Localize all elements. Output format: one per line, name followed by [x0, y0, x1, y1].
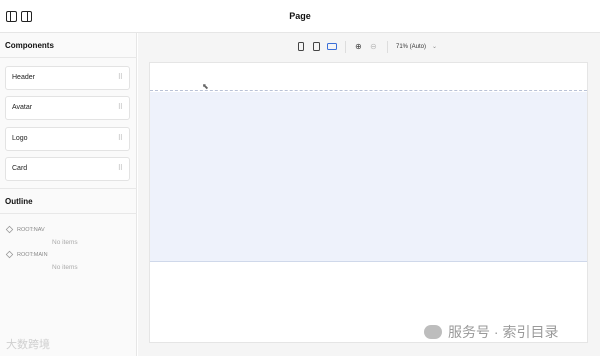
- divider: [0, 57, 137, 58]
- zoom-out-icon[interactable]: ⊖: [370, 42, 377, 51]
- drag-handle-icon[interactable]: ⠿: [118, 164, 123, 172]
- component-label: Avatar: [12, 104, 33, 111]
- desktop-view-icon[interactable]: [327, 43, 337, 50]
- top-bar: Page: [0, 0, 600, 33]
- canvas-toolbar: ⊕ ⊖ 71% (Auto) ⌄: [138, 33, 600, 61]
- empty-state-text: No items: [52, 264, 78, 271]
- chevron-down-icon[interactable]: ⌄: [432, 43, 437, 50]
- component-avatar[interactable]: Avatar ⠿: [5, 96, 130, 120]
- toolbar-divider: [387, 41, 388, 53]
- layers-icon: [5, 250, 14, 259]
- watermark-right: 服务号 · 索引目录: [424, 322, 558, 342]
- sidebar: Components Header ⠿ Avatar ⠿ Logo ⠿ Card…: [0, 33, 137, 356]
- divider: [0, 213, 137, 214]
- drop-zone-root-main[interactable]: [150, 92, 587, 262]
- components-title: Components: [5, 41, 54, 50]
- drop-zone-root-nav[interactable]: [150, 63, 587, 91]
- outline-item-root-nav[interactable]: ROOT:NAV: [5, 225, 45, 234]
- layers-icon: [5, 225, 14, 234]
- page-title: Page: [289, 11, 311, 21]
- empty-state-text: No items: [52, 239, 78, 246]
- watermark-text: 服务号 · 索引目录: [448, 324, 559, 340]
- page-canvas[interactable]: ⬉: [149, 62, 588, 343]
- component-label: Logo: [12, 135, 28, 142]
- toolbar-divider: [345, 41, 346, 53]
- component-label: Header: [12, 74, 35, 81]
- watermark-left: 大数跨境: [6, 339, 50, 351]
- component-card[interactable]: Card ⠿: [5, 157, 130, 181]
- zoom-in-icon[interactable]: ⊕: [355, 42, 362, 51]
- drag-handle-icon[interactable]: ⠿: [118, 103, 123, 111]
- divider: [0, 188, 137, 189]
- wechat-logo-icon: [424, 325, 442, 339]
- mobile-view-icon[interactable]: [298, 42, 304, 51]
- tablet-view-icon[interactable]: [313, 42, 320, 51]
- main-area: ⊕ ⊖ 71% (Auto) ⌄ ⬉: [138, 33, 600, 356]
- zoom-select[interactable]: 71% (Auto): [396, 44, 426, 50]
- outline-title: Outline: [5, 197, 33, 206]
- component-logo[interactable]: Logo ⠿: [5, 127, 130, 151]
- drag-handle-icon[interactable]: ⠿: [118, 134, 123, 142]
- outline-item-label: ROOT:NAV: [17, 226, 45, 233]
- mouse-cursor-icon: ⬉: [202, 82, 209, 91]
- outline-item-root-main[interactable]: ROOT:MAIN: [5, 250, 48, 259]
- component-header[interactable]: Header ⠿: [5, 66, 130, 90]
- drag-handle-icon[interactable]: ⠿: [118, 73, 123, 81]
- component-label: Card: [12, 165, 28, 172]
- outline-item-label: ROOT:MAIN: [17, 251, 48, 258]
